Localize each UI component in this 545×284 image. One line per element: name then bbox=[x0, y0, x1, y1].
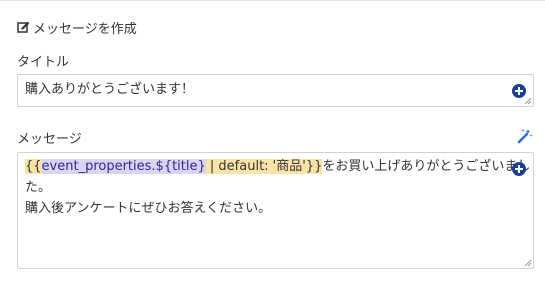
message-line-3: 購入後アンケートにぜひお答えください。 bbox=[25, 201, 272, 216]
title-input[interactable]: 購入ありがとうございます！ bbox=[17, 74, 534, 107]
edit-icon bbox=[17, 21, 30, 33]
title-input-value: 購入ありがとうございます！ bbox=[25, 82, 195, 97]
magic-wand-icon[interactable] bbox=[517, 128, 533, 144]
message-textarea[interactable]: {{event_properties.${title} | default: '… bbox=[17, 152, 534, 269]
panel-header: メッセージを作成 bbox=[17, 18, 137, 37]
message-line-2: た。 bbox=[25, 180, 52, 195]
title-insert-plus-icon[interactable] bbox=[512, 84, 526, 98]
compose-message-panel: メッセージを作成 タイトル 購入ありがとうございます！ メッセージ {{even… bbox=[0, 0, 545, 284]
title-label: タイトル bbox=[17, 55, 70, 70]
panel-title: メッセージを作成 bbox=[33, 22, 137, 37]
resize-grip-icon[interactable] bbox=[524, 97, 532, 105]
message-label: メッセージ bbox=[17, 132, 82, 147]
message-insert-plus-icon[interactable] bbox=[512, 162, 526, 176]
liquid-variable: event_properties.${title} bbox=[41, 159, 206, 174]
liquid-token: {{event_properties.${title} | default: '… bbox=[25, 159, 323, 174]
resize-grip-icon[interactable] bbox=[524, 259, 532, 267]
message-line-1: {{event_properties.${title} | default: '… bbox=[25, 159, 531, 174]
